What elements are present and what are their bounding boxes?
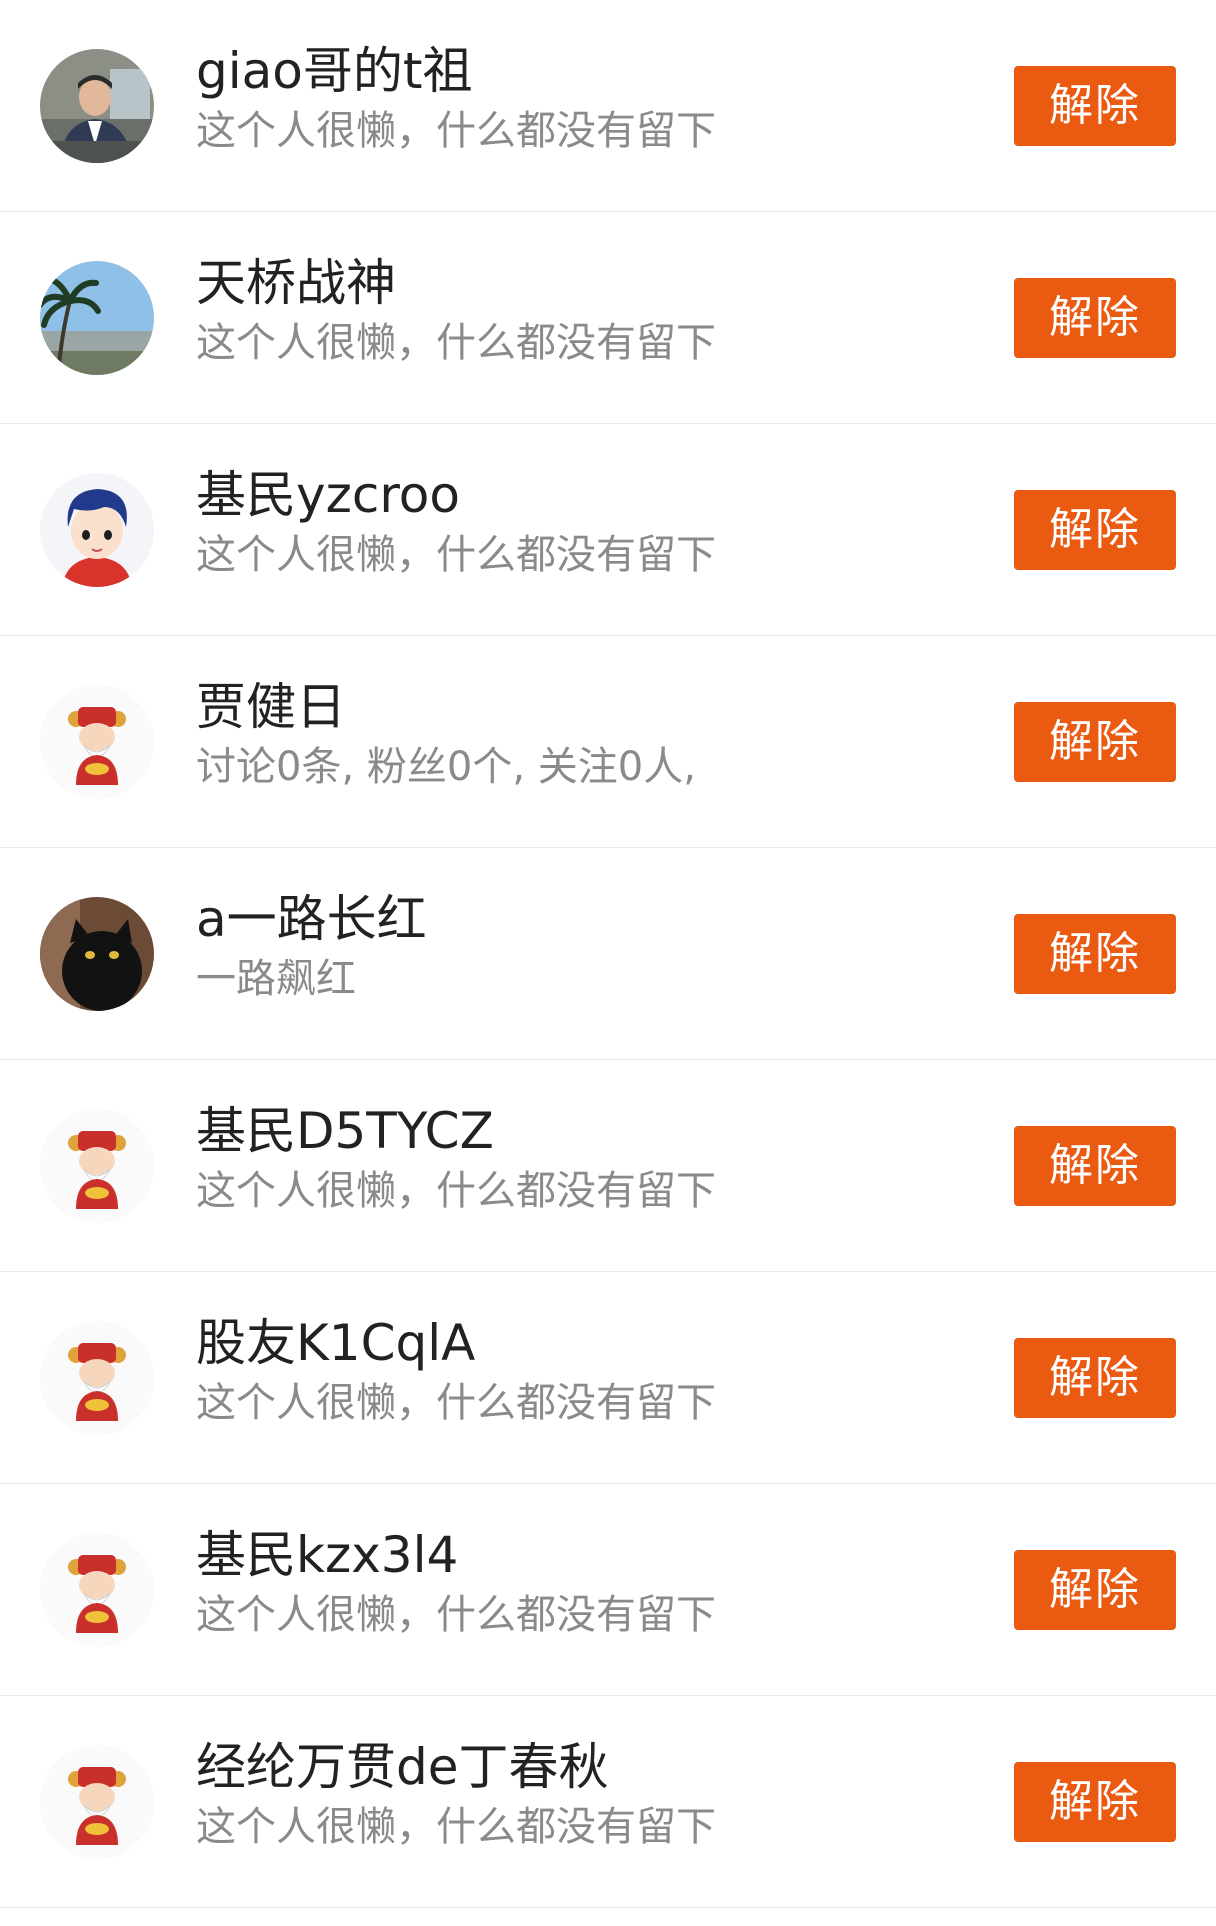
- user-bio: 这个人很懒，什么都没有留下: [196, 1804, 716, 1850]
- avatar[interactable]: [40, 472, 154, 587]
- user-info: 天桥战神 这个人很懒，什么都没有留下: [196, 252, 976, 370]
- unblock-button[interactable]: 解除: [1014, 489, 1176, 570]
- list-item: 天桥战神 这个人很懒，什么都没有留下 解除: [0, 212, 1216, 424]
- user-info: 经纶万贯de丁春秋 这个人很懒，什么都没有留下: [196, 1736, 976, 1854]
- avatar[interactable]: [40, 260, 154, 375]
- fortune-god-avatar-icon: [40, 1108, 154, 1223]
- user-name[interactable]: 股友K1CqlA: [196, 1312, 976, 1374]
- avatar[interactable]: [40, 1532, 154, 1647]
- user-bio: 这个人很懒，什么都没有留下: [196, 532, 716, 578]
- user-name[interactable]: a一路长红: [196, 888, 976, 950]
- user-bio: 这个人很懒，什么都没有留下: [196, 108, 716, 154]
- user-name[interactable]: 贾健日: [196, 676, 976, 738]
- blocked-user-list: giao哥的t祖 这个人很懒，什么都没有留下 解除 天桥战神 这个人很懒，什么都…: [0, 0, 1216, 1926]
- user-bio: 这个人很懒，什么都没有留下: [196, 1592, 716, 1638]
- photo-man-avatar-icon: [40, 48, 154, 163]
- user-info: 股友K1CqlA 这个人很懒，什么都没有留下: [196, 1312, 976, 1430]
- user-bio: 一路飙红: [196, 956, 356, 1002]
- avatar[interactable]: [40, 896, 154, 1011]
- fortune-god-avatar-icon: [40, 1744, 154, 1859]
- avatar[interactable]: [40, 48, 154, 163]
- user-bio: 讨论0条, 粉丝0个, 关注0人,: [196, 744, 696, 790]
- user-name[interactable]: 基民D5TYCZ: [196, 1100, 976, 1162]
- list-item: 股友K1CqlA 这个人很懒，什么都没有留下 解除: [0, 1272, 1216, 1484]
- user-name[interactable]: 经纶万贯de丁春秋: [196, 1736, 976, 1798]
- fortune-god-avatar-icon: [40, 1320, 154, 1435]
- user-info: a一路长红 一路飙红: [196, 888, 976, 1006]
- list-item: 基民yzcroo 这个人很懒，什么都没有留下 解除: [0, 424, 1216, 636]
- user-bio: 这个人很懒，什么都没有留下: [196, 1168, 716, 1214]
- cartoon-boy-avatar-icon: [40, 472, 154, 587]
- list-item: giao哥的t祖 这个人很懒，什么都没有留下 解除: [0, 0, 1216, 212]
- avatar[interactable]: [40, 684, 154, 799]
- unblock-button[interactable]: 解除: [1014, 701, 1176, 782]
- user-name[interactable]: 基民kzx3l4: [196, 1524, 976, 1586]
- unblock-button[interactable]: 解除: [1014, 1337, 1176, 1418]
- user-info: 基民D5TYCZ 这个人很懒，什么都没有留下: [196, 1100, 976, 1218]
- list-item: 基民kzx3l4 这个人很懒，什么都没有留下 解除: [0, 1484, 1216, 1696]
- user-info: 贾健日 讨论0条, 粉丝0个, 关注0人,: [196, 676, 976, 794]
- list-item: 经纶万贯de丁春秋 这个人很懒，什么都没有留下 解除: [0, 1696, 1216, 1908]
- avatar[interactable]: [40, 1320, 154, 1435]
- user-bio: 这个人很懒，什么都没有留下: [196, 1380, 716, 1426]
- user-bio: 这个人很懒，什么都没有留下: [196, 320, 716, 366]
- user-info: 基民yzcroo 这个人很懒，什么都没有留下: [196, 464, 976, 582]
- avatar[interactable]: [40, 1108, 154, 1223]
- unblock-button[interactable]: 解除: [1014, 1549, 1176, 1630]
- unblock-button[interactable]: 解除: [1014, 277, 1176, 358]
- user-name[interactable]: giao哥的t祖: [196, 40, 976, 102]
- unblock-button[interactable]: 解除: [1014, 65, 1176, 146]
- list-item: 基民D5TYCZ 这个人很懒，什么都没有留下 解除: [0, 1060, 1216, 1272]
- user-info: 基民kzx3l4 这个人很懒，什么都没有留下: [196, 1524, 976, 1642]
- unblock-button[interactable]: 解除: [1014, 1761, 1176, 1842]
- list-item: a一路长红 一路飙红 解除: [0, 848, 1216, 1060]
- unblock-button[interactable]: 解除: [1014, 913, 1176, 994]
- fortune-god-avatar-icon: [40, 684, 154, 799]
- palm-beach-avatar-icon: [40, 260, 154, 375]
- avatar[interactable]: [40, 1744, 154, 1859]
- fortune-god-avatar-icon: [40, 1532, 154, 1647]
- unblock-button[interactable]: 解除: [1014, 1125, 1176, 1206]
- user-info: giao哥的t祖 这个人很懒，什么都没有留下: [196, 40, 976, 158]
- user-name[interactable]: 天桥战神: [196, 252, 976, 314]
- list-item: 贾健日 讨论0条, 粉丝0个, 关注0人, 解除: [0, 636, 1216, 848]
- user-name[interactable]: 基民yzcroo: [196, 464, 976, 526]
- black-cat-avatar-icon: [40, 896, 154, 1011]
